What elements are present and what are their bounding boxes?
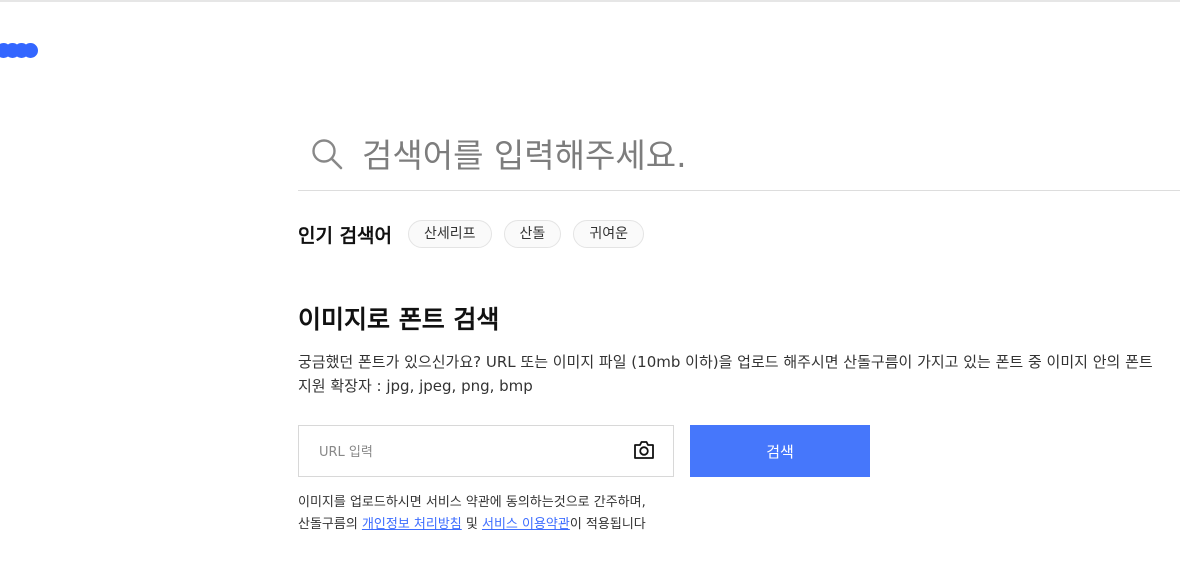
- terms-of-service-link[interactable]: 서비스 이용약관: [482, 517, 570, 532]
- popular-searches: 인기 검색어 산세리프 산돌 귀여운: [298, 220, 656, 248]
- terms-line: 산돌구름의 개인정보 처리방침 및 서비스 이용약관이 적용됩니다: [298, 514, 646, 536]
- privacy-policy-link[interactable]: 개인정보 처리방침: [362, 517, 462, 532]
- terms-line: 이미지를 업로드하시면 서비스 약관에 동의하는것으로 간주하며,: [298, 495, 646, 510]
- description-line: 궁금했던 폰트가 있으신가요? URL 또는 이미지 파일 (10mb 이하)을…: [298, 353, 1153, 371]
- terms-suffix: 이 적용됩니다: [569, 517, 646, 532]
- loading-dot: [23, 43, 38, 58]
- popular-chip-cute[interactable]: 귀여운: [573, 220, 644, 248]
- top-border: [0, 0, 1180, 2]
- terms-notice: 이미지를 업로드하시면 서비스 약관에 동의하는것으로 간주하며, 산돌구름의 …: [298, 492, 646, 536]
- terms-conjunction: 및: [461, 517, 482, 532]
- image-search-button[interactable]: 검색: [690, 425, 870, 477]
- search-input[interactable]: [360, 128, 1174, 182]
- image-search-title: 이미지로 폰트 검색: [298, 305, 500, 334]
- search-icon[interactable]: [310, 137, 344, 171]
- camera-icon[interactable]: [633, 440, 655, 460]
- popular-chip-sans-serif[interactable]: 산세리프: [408, 220, 492, 248]
- image-search-description: 궁금했던 폰트가 있으신가요? URL 또는 이미지 파일 (10mb 이하)을…: [298, 350, 1180, 398]
- supported-extensions: 지원 확장자 : jpg, jpeg, png, bmp: [298, 377, 533, 395]
- popular-searches-label: 인기 검색어: [298, 224, 393, 247]
- search-bar: [298, 120, 1180, 191]
- url-input-box: [298, 425, 674, 477]
- loading-dots-icon: [0, 43, 38, 58]
- terms-prefix: 산돌구름의: [298, 517, 362, 532]
- url-input[interactable]: [317, 438, 621, 466]
- popular-chip-sandoll[interactable]: 산돌: [503, 220, 562, 248]
